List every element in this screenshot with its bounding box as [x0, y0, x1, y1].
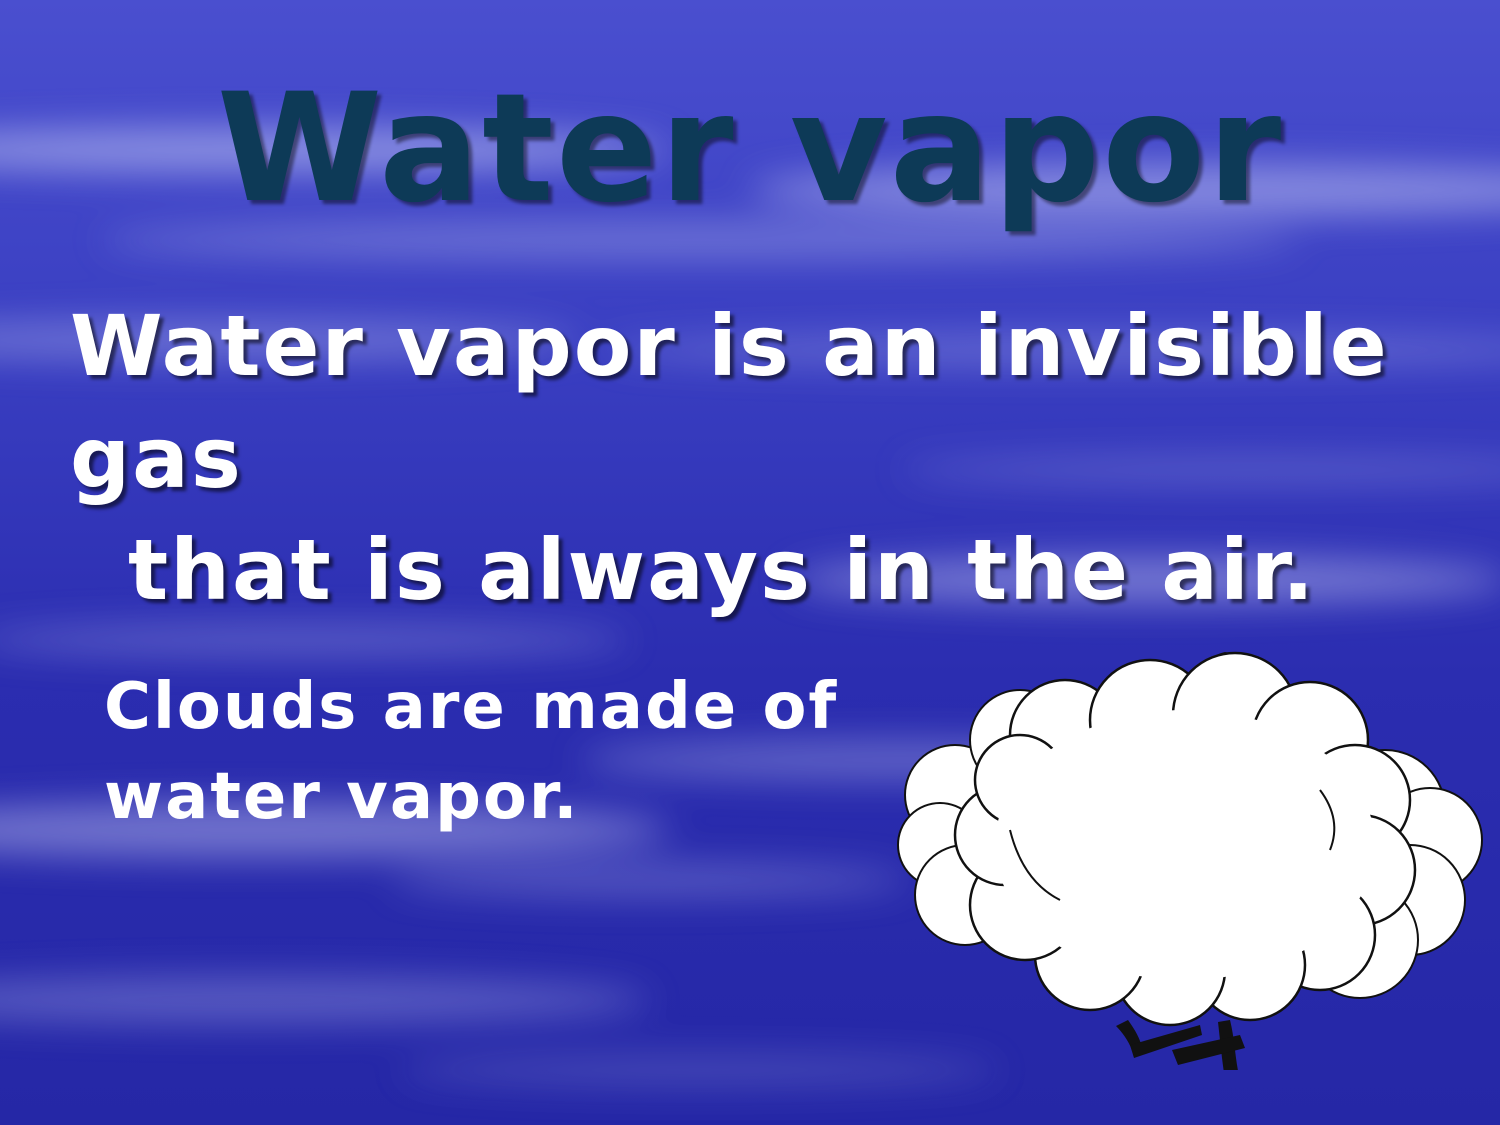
cloud-caption: Clouds are made of water vapor.: [104, 662, 864, 842]
body-line-1: Water vapor is an invisible gas: [70, 297, 1389, 507]
body-line-2: that is always in the air.: [128, 521, 1317, 619]
slide: Water vapor Water vapor is an invisible …: [0, 0, 1500, 1125]
body-text: Water vapor is an invisible gas that is …: [70, 290, 1470, 626]
cloud-character-icon: [897, 651, 1483, 1070]
caption-line-1: Clouds are made of: [104, 670, 839, 744]
slide-title: Water vapor: [216, 62, 1284, 236]
caption-line-2: water vapor.: [104, 760, 580, 834]
